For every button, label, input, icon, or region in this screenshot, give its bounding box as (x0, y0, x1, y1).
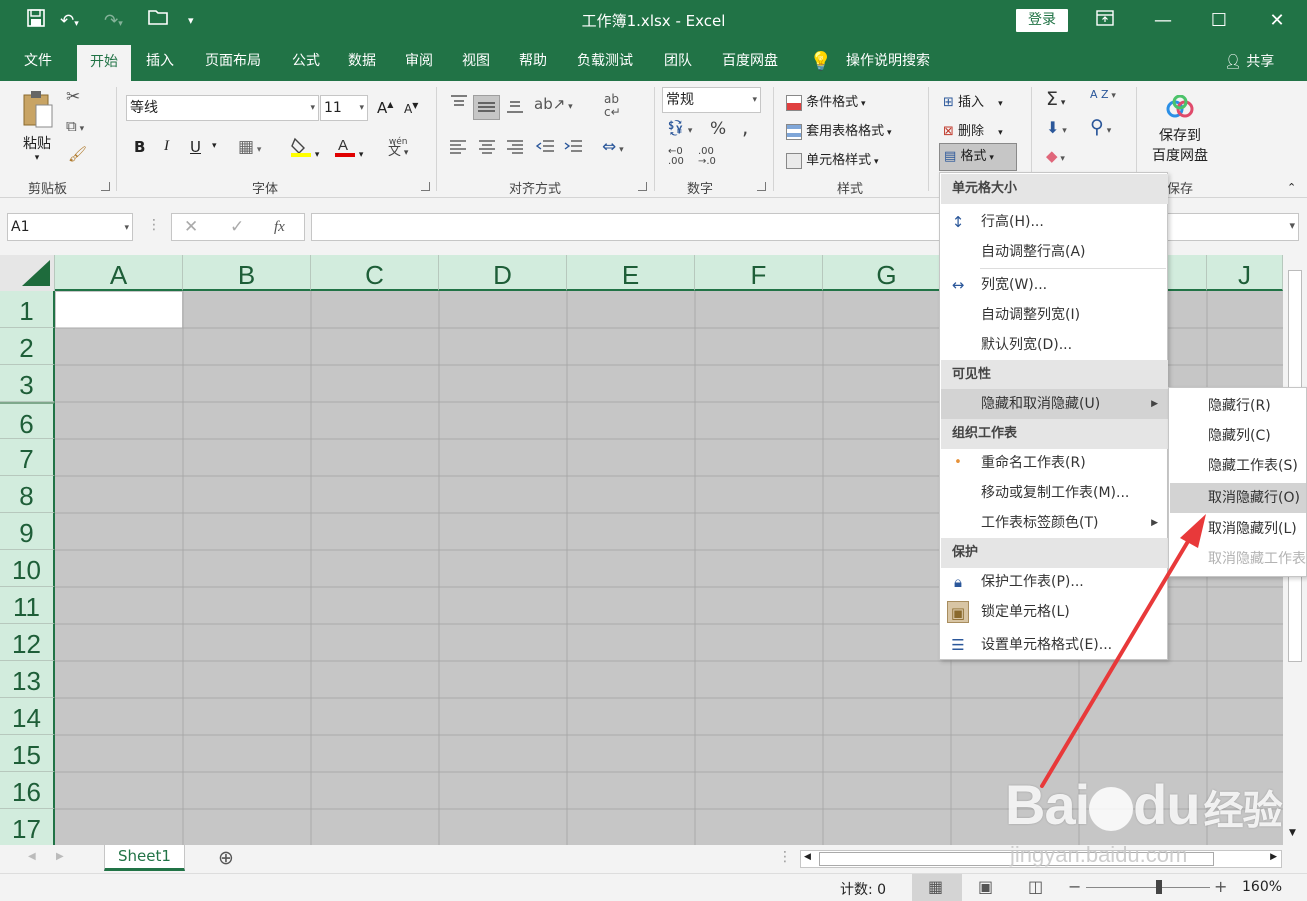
baidu-watermark-logo: Bai du 经验 (1005, 773, 1283, 836)
annotation-arrow (1040, 514, 1206, 788)
baidu-watermark-url: jingyan.baidu.com (1010, 842, 1188, 867)
baidu-paw-icon (1089, 787, 1134, 832)
